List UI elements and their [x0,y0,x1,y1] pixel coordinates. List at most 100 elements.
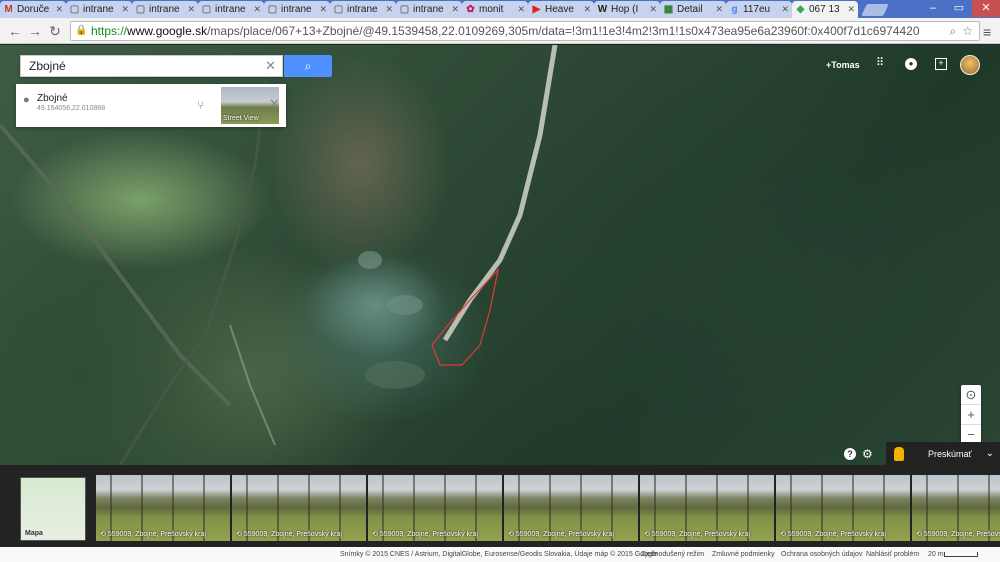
gear-icon[interactable]: ⚙ [862,447,873,461]
browser-tab[interactable]: ✿ monit ✕ [462,1,528,18]
chrome-menu-icon[interactable]: ≡ [983,24,991,40]
tab-label: Doruče [17,4,50,15]
photo-thumbnail[interactable]: ⟲559009, Zbojné, Prešovský kraj [640,475,774,541]
zoom-in-button[interactable]: + [961,405,981,425]
notifications-icon[interactable]: ● [905,58,917,70]
imagery-attribution: Snímky © 2015 CNES / Astrium, DigitalGlo… [340,551,658,558]
photo-caption: ⟲559009, Zbojné, Prešovský kraj [236,530,364,538]
photo-thumbnail[interactable]: ⟲559009, Zbojné, Prešovský kraj [912,475,1000,541]
search-icon[interactable]: ⌕ [950,24,957,39]
zoom-controls: ⊙ + − [961,385,981,445]
place-card[interactable]: ● Zbojné 49.154056,22.010868 ⑂ Street Vi… [16,84,286,127]
my-location-icon[interactable]: ⊙ [961,385,981,405]
simple-mode-link[interactable]: Zjednodušený režim [641,551,704,558]
directions-icon[interactable]: ⑂ [197,98,204,112]
new-tab-button[interactable] [861,4,889,16]
search-button[interactable]: ⌕ [284,55,332,77]
browser-tab[interactable]: ▢ intrane ✕ [66,1,132,18]
back-button[interactable]: ← [6,22,24,40]
youtube-icon: ▶ [532,4,541,15]
photo-caption-text: 559009, Zbojné, Prešovský kraj [107,531,206,538]
photo-filmstrip: Mapa ⟲ 559009, Zbojné, Prešovský kraj ⟲ 559… [0,465,1000,547]
panorama-icon: ⟲ [644,531,650,538]
browser-tab[interactable]: ▢ intrane ✕ [198,1,264,18]
tab-label: intrane [281,4,312,15]
browser-tab[interactable]: ▢ intrane ✕ [132,1,198,18]
close-tab-icon[interactable]: ✕ [55,4,63,15]
close-card-icon[interactable]: ✕ [269,96,280,112]
help-icon[interactable]: ? [844,448,856,460]
photo-caption: ⟲559009, Zbojné, Prešovský kraj [916,530,1000,538]
photo-thumbnail[interactable]: ⟲559009, Zbojné, Prešovský kraj [368,475,502,541]
photo-thumbnail[interactable]: ⟲559009, Zbojné, Prešovský kraj [232,475,366,541]
close-tab-icon[interactable]: ✕ [319,4,327,15]
privacy-link[interactable]: Ochrana osobných údajov [781,551,862,558]
browser-tab[interactable]: M Doruče ✕ [0,1,66,18]
explore-panel-toggle[interactable]: Preskúmať ⌄ [886,442,1000,465]
close-tab-icon[interactable]: ✕ [253,4,261,15]
user-link[interactable]: +Tomas [826,60,860,70]
share-icon[interactable]: + [935,58,947,70]
browser-tab[interactable]: ▢ intrane ✕ [396,1,462,18]
browser-tab[interactable]: ◆ 067 13 ✕ [792,1,858,18]
photo-caption: ⟲559009, Zbojné, Prešovský kraj [644,530,772,538]
forward-button[interactable]: → [26,22,44,40]
close-tab-icon[interactable]: ✕ [781,4,789,15]
tab-label: 117eu [743,4,771,15]
browser-tab-bar: – ▭ ✕ M Doruče ✕ ▢ intrane ✕ ▢ intrane ✕ ▢ intrane… [0,0,1000,18]
apps-grid-icon[interactable]: ⠿ [876,58,888,70]
close-tab-icon[interactable]: ✕ [121,4,129,15]
browser-tab[interactable]: ▢ intrane ✕ [264,1,330,18]
avatar[interactable] [960,55,980,75]
photo-caption-text: 559009, Zbojné, Prešovský kraj [787,531,886,538]
browser-tab[interactable]: g 117eu ✕ [726,1,792,18]
tab-label: intrane [83,4,114,15]
place-coordinates: 49.154056,22.010868 [37,105,106,112]
minimize-button[interactable]: – [920,0,946,17]
photo-caption-text: 559009, Zbojné, Prešovský kraj [651,531,750,538]
tab-label: monit [479,4,504,15]
panorama-icon: ⟲ [100,531,106,538]
report-problem-link[interactable]: Nahlásiť problém [866,551,919,558]
chevron-down-icon[interactable]: ⌄ [986,448,994,459]
close-tab-icon[interactable]: ✕ [517,4,525,15]
page-icon: ▢ [399,4,410,15]
close-tab-icon[interactable]: ✕ [847,4,855,15]
location-pin-icon: ● [23,94,30,106]
browser-tab[interactable]: ▶ Heave ✕ [528,1,594,18]
photo-caption: ⟲559009, Zbojné, Prešovský kraj [372,530,500,538]
close-tab-icon[interactable]: ✕ [649,4,657,15]
reload-button[interactable]: ↻ [46,22,64,40]
minimap[interactable]: Mapa [20,477,86,541]
browser-toolbar: ← → ↻ 🔒 https://www.google.sk/maps/place… [0,18,1000,44]
search-icon: ⌕ [304,59,312,73]
photo-caption: ⟲559009, Zbojné, Prešovský kraj [780,530,908,538]
panorama-icon: ⟲ [916,531,922,538]
browser-tab[interactable]: ▢ intrane ✕ [330,1,396,18]
close-tab-icon[interactable]: ✕ [715,4,723,15]
browser-tab[interactable]: ▦ Detail ✕ [660,1,726,18]
page-icon: ▢ [69,4,80,15]
close-tab-icon[interactable]: ✕ [187,4,195,15]
browser-tab[interactable]: W Hop (I ✕ [594,1,660,18]
clear-search-icon[interactable]: ✕ [265,58,276,74]
google-icon: g [731,4,738,15]
close-tab-icon[interactable]: ✕ [583,4,591,15]
tab-label: Hop (I [611,4,639,15]
photo-thumbnail[interactable]: ⟲559009, Zbojné, Prešovský kraj [96,475,230,541]
search-box[interactable]: Zbojné ✕ [20,55,283,77]
bookmark-star-icon[interactable]: ☆ [962,24,973,39]
terms-link[interactable]: Zmluvné podmienky [712,551,775,558]
pegman-icon[interactable] [894,446,904,461]
maximize-button[interactable]: ▭ [946,0,972,17]
close-tab-icon[interactable]: ✕ [385,4,393,15]
address-bar[interactable]: 🔒 https://www.google.sk/maps/place/067+1… [70,21,980,41]
photo-caption-text: 559009, Zbojné, Prešovský kraj [515,531,614,538]
tab-label: intrane [215,4,246,15]
search-input[interactable]: Zbojné [29,59,265,73]
photo-thumbnail[interactable]: ⟲559009, Zbojné, Prešovský kraj [504,475,638,541]
photo-thumbnail[interactable]: ⟲559009, Zbojné, Prešovský kraj [776,475,910,541]
close-window-button[interactable]: ✕ [972,0,1000,17]
photo-caption-text: 559009, Zbojné, Prešovský kraj [243,531,342,538]
close-tab-icon[interactable]: ✕ [451,4,459,15]
